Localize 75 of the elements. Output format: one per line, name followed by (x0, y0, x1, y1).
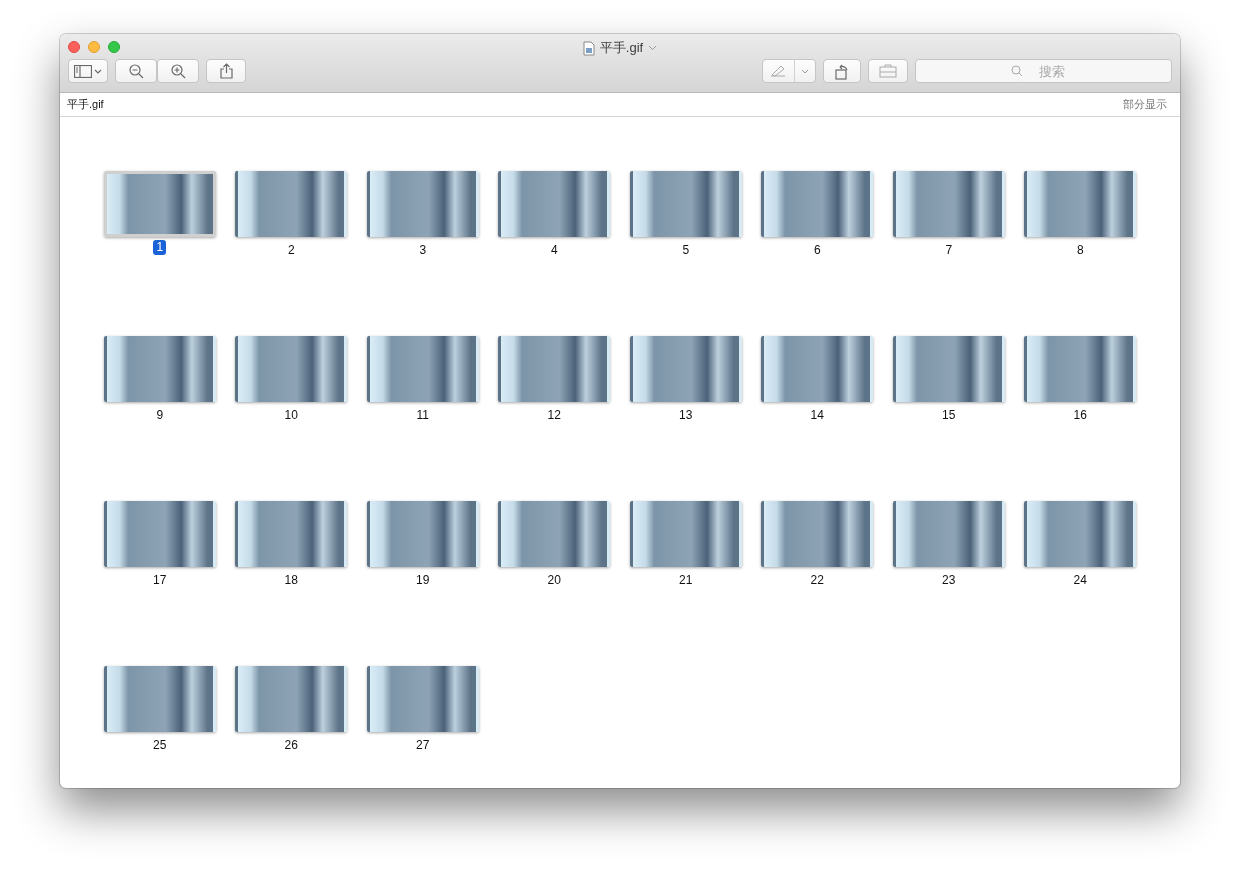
frame-number: 1 (153, 240, 167, 255)
zoom-out-button[interactable] (115, 59, 157, 83)
search-icon (1011, 65, 1023, 77)
photo-placeholder[interactable] (103, 501, 216, 567)
sidebar-icon (74, 64, 92, 78)
frame-number: 24 (1072, 573, 1088, 588)
frame-number: 14 (809, 408, 825, 423)
photo-placeholder[interactable] (892, 501, 1005, 567)
photo-placeholder[interactable] (892, 336, 1005, 402)
zoom-out-icon (128, 63, 144, 79)
frame-number: 27 (415, 738, 431, 753)
photo-placeholder[interactable] (892, 171, 1005, 237)
caret-icon (800, 68, 809, 74)
photo-placeholder[interactable] (366, 501, 479, 567)
photo-placeholder[interactable] (1024, 336, 1137, 402)
pen-icon (769, 65, 788, 77)
file-name: 平手.gif (67, 97, 104, 112)
photo-placeholder[interactable] (761, 171, 874, 237)
photo-placeholder[interactable] (498, 171, 611, 237)
frame-number: 3 (418, 243, 428, 258)
frame-number: 8 (1075, 243, 1085, 258)
zoom-in-icon (170, 63, 186, 79)
photo-placeholder[interactable] (629, 501, 742, 567)
photo-placeholder[interactable] (103, 171, 216, 237)
search-field[interactable]: 搜索 (915, 59, 1172, 83)
frame-number: 2 (286, 243, 296, 258)
frame-number: 7 (944, 243, 954, 258)
photo-placeholder[interactable] (366, 666, 479, 732)
frame-number: 26 (283, 738, 299, 753)
frame-number: 22 (809, 573, 825, 588)
frame-number: 11 (415, 408, 430, 423)
photo-placeholder[interactable] (498, 336, 611, 402)
frame-number: 5 (681, 243, 691, 258)
frame-number: 4 (549, 243, 559, 258)
photo-placeholder[interactable] (1024, 501, 1137, 567)
photo-placeholder[interactable] (629, 336, 742, 402)
frame-number: 25 (152, 738, 168, 753)
photo-placeholder[interactable] (235, 501, 348, 567)
share-button[interactable] (206, 59, 246, 83)
rotate-button[interactable] (823, 59, 861, 83)
frame-number: 12 (546, 408, 562, 423)
photo-placeholder[interactable] (629, 171, 742, 237)
photo-placeholder[interactable] (235, 336, 348, 402)
display-mode-label[interactable]: 部分显示 (1123, 97, 1167, 112)
caret-icon (94, 68, 102, 74)
frame-number: 13 (678, 408, 694, 423)
photo-placeholder[interactable] (761, 336, 874, 402)
frame-number: 16 (1072, 408, 1088, 423)
photo-placeholder[interactable] (366, 336, 479, 402)
frame-number: 23 (941, 573, 957, 588)
photo-placeholder[interactable] (498, 501, 611, 567)
document-icon (582, 40, 595, 56)
zoom-in-button[interactable] (157, 59, 199, 83)
photo-placeholder[interactable] (366, 171, 479, 237)
photo-placeholder[interactable] (235, 666, 348, 732)
share-icon (219, 63, 233, 79)
frame-number: 6 (812, 243, 822, 258)
close-button[interactable] (68, 41, 80, 53)
toolbox-icon (879, 64, 897, 78)
frame-number: 21 (678, 573, 694, 588)
frame-number: 20 (546, 573, 562, 588)
frame-number: 15 (941, 408, 957, 423)
photo-placeholder[interactable] (1024, 171, 1137, 237)
photo-placeholder[interactable] (235, 171, 348, 237)
rotate-icon (834, 62, 850, 80)
frame-number: 9 (155, 408, 165, 423)
photo-placeholder[interactable] (761, 501, 874, 567)
sidebar-button[interactable] (68, 59, 108, 83)
frame-number: 18 (283, 573, 299, 588)
photo-placeholder[interactable] (103, 666, 216, 732)
photo-placeholder[interactable] (103, 336, 216, 402)
frame-number: 17 (152, 573, 168, 588)
frame-number: 10 (283, 408, 299, 423)
window-title: 平手.gif (599, 39, 644, 57)
frame-number: 19 (415, 573, 431, 588)
